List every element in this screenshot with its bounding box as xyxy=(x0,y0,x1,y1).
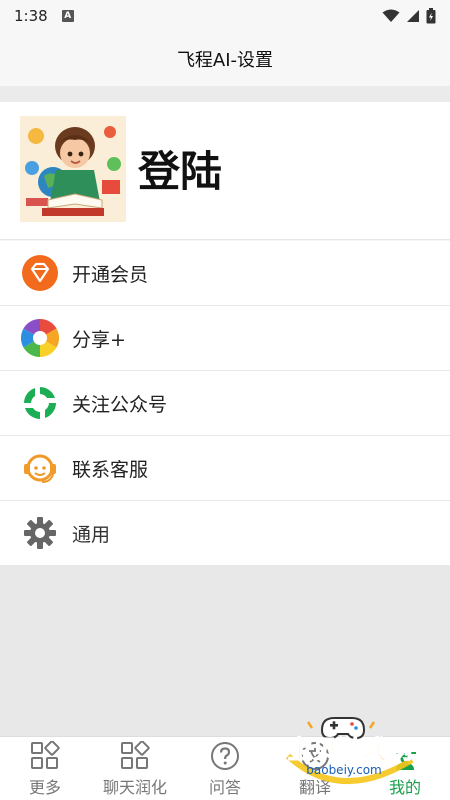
follow-public-account-icon xyxy=(20,383,60,423)
tab-chat-polish[interactable]: 聊天润化 xyxy=(90,737,180,800)
menu-item-general[interactable]: 通用 xyxy=(0,501,450,566)
question-circle-icon xyxy=(209,740,241,772)
page-title: 飞程AI-设置 xyxy=(176,50,274,71)
menu-item-label: 关注公众号 xyxy=(72,393,168,416)
grid-icon xyxy=(119,740,151,772)
avatar[interactable] xyxy=(20,116,126,222)
profile-card[interactable]: 登陆 xyxy=(0,102,450,240)
watermark-url: baobeiy.com xyxy=(306,763,381,777)
menu-item-vip[interactable]: 开通会员 xyxy=(0,241,450,306)
menu-item-label: 开通会员 xyxy=(72,263,149,286)
tab-more[interactable]: 更多 xyxy=(0,737,90,800)
watermark-title: 宝贝游戏网 xyxy=(287,735,412,764)
diamond-icon xyxy=(20,253,60,293)
status-bar: 1:38 A xyxy=(0,0,450,32)
wifi-icon xyxy=(382,9,400,22)
section-divider xyxy=(0,86,450,102)
notification-a-icon: A xyxy=(61,10,74,22)
tab-label: 更多 xyxy=(28,778,61,797)
signal-icon xyxy=(407,10,419,22)
menu-item-label: 分享+ xyxy=(72,328,126,351)
settings-menu: 开通会员 分享+ 关注公众号 联系客服 通用 xyxy=(0,241,450,566)
title-bar: 飞程AI-设置 xyxy=(0,32,450,86)
site-watermark: 宝贝游戏网 baobeiy.com xyxy=(285,717,414,785)
customer-service-icon xyxy=(20,448,60,488)
grid-icon xyxy=(29,740,61,772)
tab-label: 聊天润化 xyxy=(102,778,167,797)
share-aperture-icon xyxy=(20,318,60,358)
tab-label: 问答 xyxy=(208,778,241,797)
menu-item-follow[interactable]: 关注公众号 xyxy=(0,371,450,436)
status-time: 1:38 xyxy=(14,7,48,25)
login-label[interactable]: 登陆 xyxy=(138,138,222,199)
menu-item-label: 联系客服 xyxy=(72,458,149,481)
menu-item-customer-service[interactable]: 联系客服 xyxy=(0,436,450,501)
gear-icon xyxy=(20,513,60,553)
status-indicators xyxy=(382,8,436,24)
menu-item-label: 通用 xyxy=(72,523,111,546)
battery-icon xyxy=(426,8,436,24)
tab-qa[interactable]: 问答 xyxy=(180,737,270,800)
menu-item-share[interactable]: 分享+ xyxy=(0,306,450,371)
